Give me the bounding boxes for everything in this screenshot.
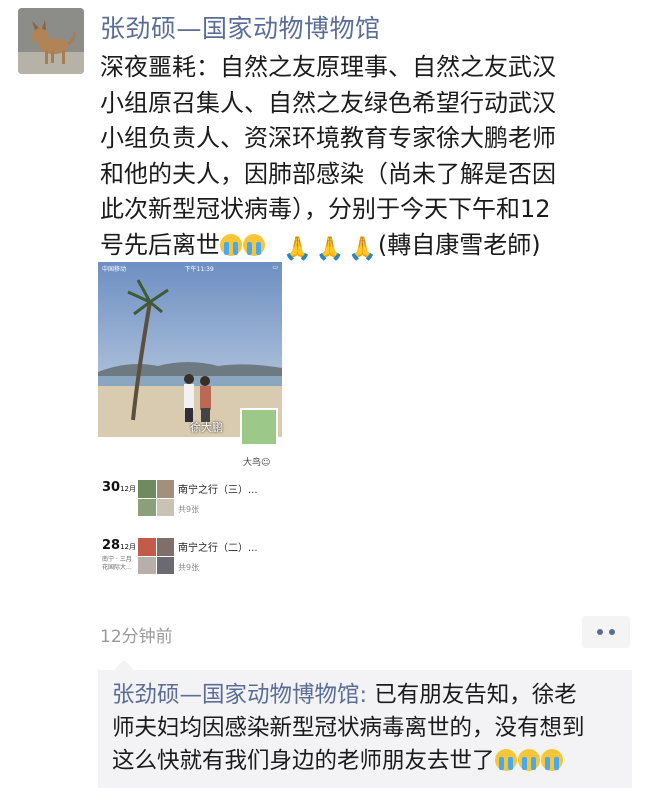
comment-text: 这么快就有我们身边的老师朋友去世了 — [112, 748, 495, 774]
shared-screenshot[interactable]: 中国移动 下午11:39 ▭ 徐大鹏 大鸟☺ 3012月 南宁之行（三）... … — [98, 262, 282, 592]
crying-face-icon — [517, 749, 540, 771]
moment-entry: 3012月 南宁之行（三）... 共9张 — [98, 478, 282, 524]
entry-title: 南宁之行（二）... — [178, 543, 258, 554]
entry-count: 共9张 — [178, 505, 200, 514]
dot-icon — [609, 629, 615, 635]
post-text-line: 小组原召集人、自然之友绿色希望行动武汉 — [100, 88, 556, 117]
entry-date: 3012月 — [102, 480, 137, 495]
more-actions-button[interactable] — [582, 616, 630, 648]
screenshot-status-bar: 中国移动 下午11:39 ▭ — [98, 262, 282, 274]
comment-text: 师夫妇均因感染新型冠状病毒离世的，没有想到 — [112, 715, 585, 741]
post-text: 深夜噩耗：自然之友原理事、自然之友武汉 小组原召集人、自然之友绿色希望行动武汉 … — [100, 50, 630, 267]
comment-text: 已有朋友告知，徐老 — [374, 682, 577, 708]
comment-colon: : — [359, 682, 375, 708]
entry-location: 南宁 · 三月花国际大... — [102, 556, 132, 571]
post-text-line: 此次新型冠状病毒），分别于今天下午和12 — [100, 195, 551, 223]
entry-count: 共9张 — [178, 563, 200, 572]
post-text-line: 和他的夫人，因肺部感染（尚未了解是否因 — [100, 159, 556, 188]
author-avatar[interactable] — [18, 8, 84, 74]
profile-name: 徐大鹏 — [190, 421, 223, 434]
status-carrier: 中国移动 — [102, 266, 127, 273]
dot-icon — [597, 629, 603, 635]
entry-thumbnails — [138, 480, 174, 516]
crying-face-icon — [494, 749, 517, 771]
battery-icon: ▭ — [272, 264, 278, 271]
comment-author[interactable]: 张劲硕—国家动物博物馆 — [112, 682, 360, 708]
post-time: 12分钟前 — [100, 627, 173, 647]
post-text-suffix: (轉自康雪老師) — [377, 230, 541, 259]
comment-section: 张劲硕—国家动物博物馆: 已有朋友告知，徐老 师夫妇均因感染新型冠状病毒离世的，… — [98, 660, 632, 788]
profile-nickname: 大鸟☺ — [243, 458, 271, 468]
post-text-line: 深夜噩耗：自然之友原理事、自然之友武汉 — [100, 53, 556, 81]
profile-thumbnail — [240, 408, 278, 446]
status-time: 下午11:39 — [184, 266, 214, 273]
entry-title: 南宁之行（三）... — [178, 485, 258, 496]
entry-date: 2812月 — [102, 538, 137, 553]
comment-item: 张劲硕—国家动物博物馆: 已有朋友告知，徐老 师夫妇均因感染新型冠状病毒离世的，… — [112, 679, 624, 778]
folded-hands-icon: 🙏 — [283, 235, 312, 262]
crying-face-icon — [220, 233, 242, 256]
post-text-line: 小组负责人、资深环境教育专家徐大鹏老师 — [100, 124, 556, 152]
entry-thumbnails — [138, 538, 174, 574]
emoji-icon: ☺ — [261, 458, 271, 468]
post-text-line: 号先后离世 — [100, 230, 220, 259]
folded-hands-icon: 🙏 — [315, 235, 345, 262]
folded-hands-icon: 🙏 — [348, 235, 377, 262]
crying-face-icon — [243, 233, 265, 256]
post-author-name[interactable]: 张劲硕—国家动物博物馆 — [100, 9, 381, 45]
crying-face-icon — [540, 749, 563, 771]
moment-entry: 2812月 南宁 · 三月花国际大... 南宁之行（二）... 共9张 — [98, 536, 282, 582]
dog-avatar-image — [18, 8, 84, 74]
